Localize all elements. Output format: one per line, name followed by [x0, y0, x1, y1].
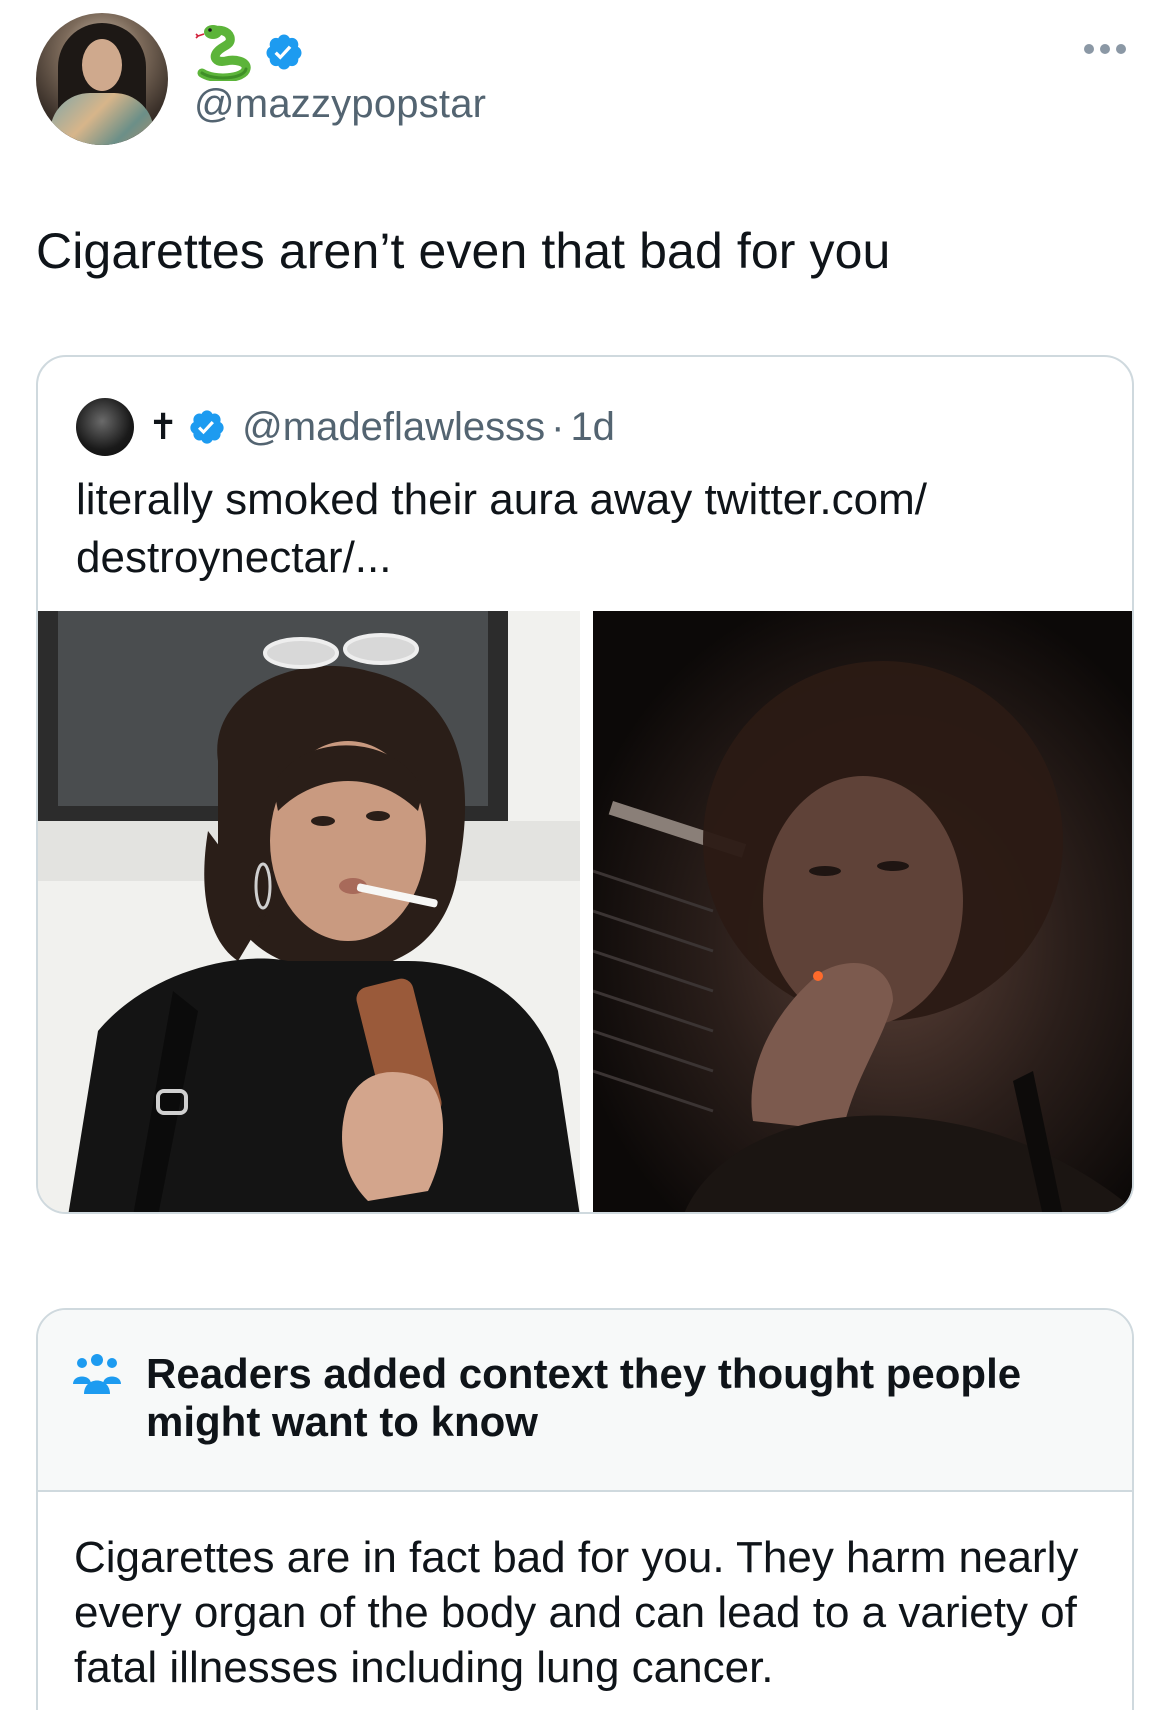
time-separator: · [551, 404, 565, 449]
author-avatar[interactable] [36, 13, 168, 145]
more-dot [1116, 44, 1126, 54]
quoted-author-name[interactable]: ✝ [148, 406, 178, 448]
author-display-name[interactable] [194, 22, 304, 82]
quoted-photo-right[interactable] [593, 611, 1132, 1212]
photo-right-image [593, 611, 1132, 1212]
more-dot [1084, 44, 1094, 54]
photo-left-image [38, 611, 580, 1212]
more-options-icon[interactable] [1084, 44, 1132, 56]
community-note[interactable]: Readers added context they thought peopl… [36, 1308, 1134, 1710]
community-note-header: Readers added context they thought peopl… [38, 1310, 1132, 1492]
quoted-author-avatar[interactable] [76, 398, 134, 456]
community-note-body: Cigarettes are in fact bad for you. They… [74, 1533, 1079, 1692]
tweet-text: Cigarettes aren’t even that bad for you [36, 223, 891, 279]
avatar-shirt [50, 93, 154, 145]
verified-badge-icon [266, 34, 302, 70]
quoted-author-handle[interactable]: @madeflawlesss [242, 405, 545, 450]
author-handle[interactable]: @mazzypopstar [194, 82, 486, 127]
verified-badge-icon [190, 410, 224, 444]
quoted-tweet-text: literally smoked their aura away twitter… [76, 475, 927, 582]
quoted-photo-left[interactable] [38, 611, 580, 1212]
quoted-tweet-header: ✝ @madeflawlesss · 1d [76, 397, 615, 457]
more-dot [1100, 44, 1110, 54]
avatar-face [82, 39, 122, 91]
community-note-title: Readers added context they thought peopl… [146, 1350, 1022, 1445]
quoted-tweet-time[interactable]: 1d [570, 405, 615, 450]
people-icon [73, 1354, 121, 1394]
snake-icon [195, 25, 251, 81]
quoted-tweet-card[interactable]: ✝ @madeflawlesss · 1d literally smoked t… [36, 355, 1134, 1214]
